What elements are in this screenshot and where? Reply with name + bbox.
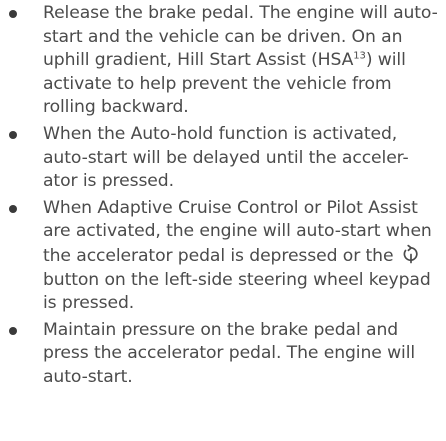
bullet-icon [9,130,17,139]
footnote-reference: 13 [353,50,366,62]
list-item-brake-and-accelerator: Maintain pressure on the brake pedal and… [0,319,446,390]
document-page: Release the brake pedal. The engine will… [0,0,446,441]
bullet-text: When Adaptive Cruise Control or Pilot As… [43,197,432,266]
bullet-icon [9,326,17,335]
bullet-text-continued: button on the left-side steering wheel k… [43,269,431,314]
list-item-auto-hold: When the Auto-hold function is activated… [0,123,446,194]
list-item-adaptive-cruise: When Adaptive Cruise Control or Pilot As… [0,197,446,316]
bullet-text: Maintain pressure on the brake pedal and… [43,319,416,387]
instruction-list: Release the brake pedal. The engine will… [0,2,446,393]
resume-cruise-icon [401,244,421,264]
list-item-release-brake: Release the brake pedal. The engine will… [0,2,446,120]
bullet-text: When the Auto-hold function is activated… [43,123,409,192]
bullet-icon [9,10,17,18]
bullet-icon [9,204,17,213]
